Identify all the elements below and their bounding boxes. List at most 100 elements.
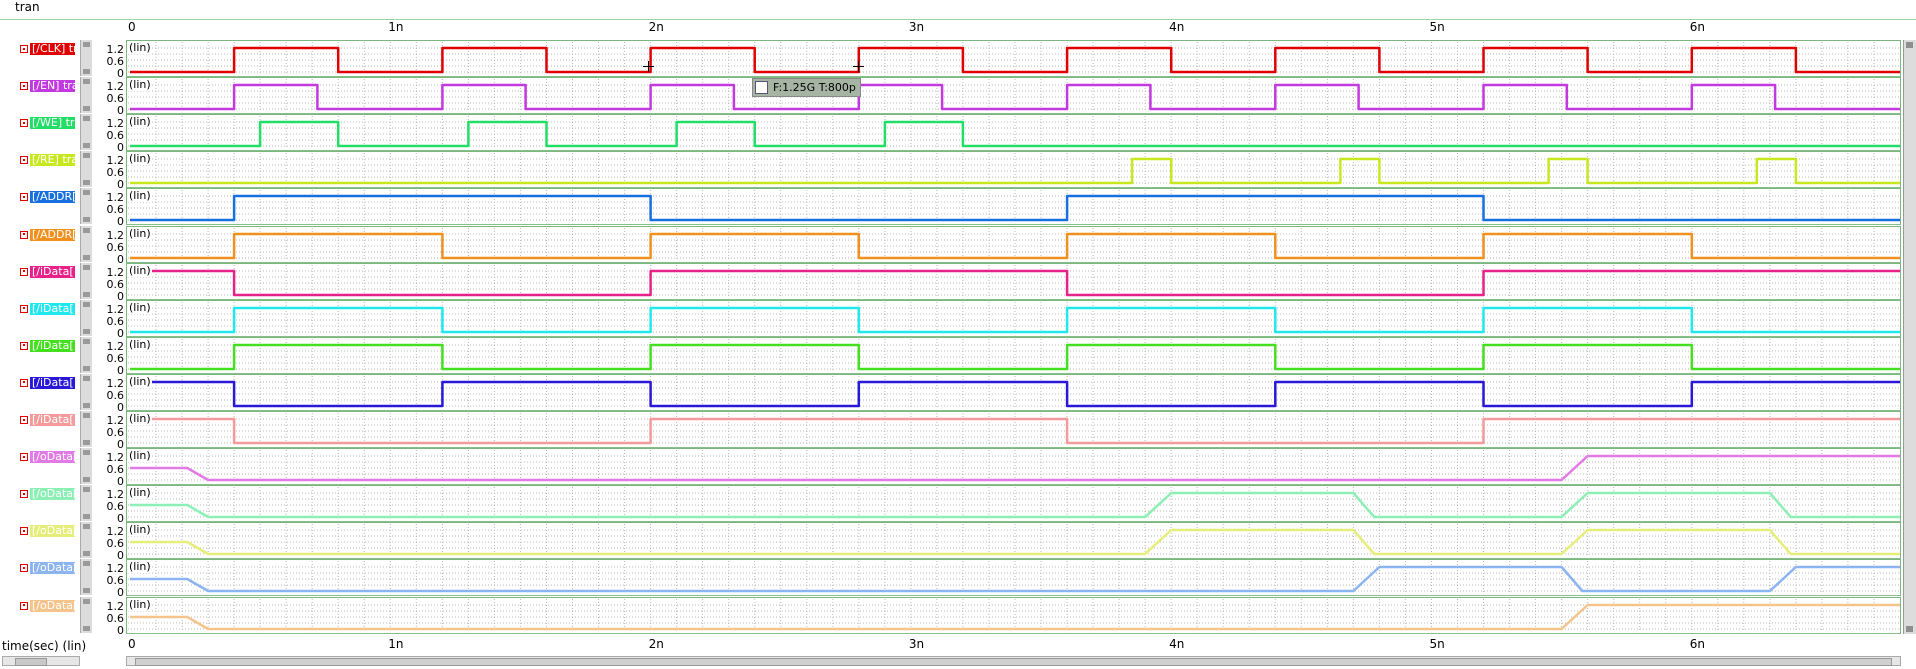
row-scrollbar[interactable] <box>80 299 92 336</box>
vertical-scrollbar[interactable] <box>1903 40 1916 634</box>
signal-name-tag[interactable]: [/iData[ <box>20 265 75 278</box>
waveform-plot[interactable] <box>126 299 1901 337</box>
waveform-plot[interactable] <box>126 448 1901 486</box>
waveform-row: [/iData[1.2 0.6 0 (lin) <box>0 336 1916 377</box>
scroll-down-icon[interactable] <box>1906 626 1913 632</box>
signal-name-tag[interactable]: [/EN] tra <box>20 80 75 93</box>
signal-toggle-icon[interactable] <box>20 267 28 276</box>
y-scale-label: (lin) <box>128 115 152 129</box>
signal-label: [/RE] tra <box>30 154 75 167</box>
waveform-plot[interactable] <box>126 373 1901 411</box>
waveform-row: [/ADDR[1.2 0.6 0 (lin) <box>0 225 1916 266</box>
waveform-plot[interactable] <box>126 596 1901 634</box>
signal-name-tag[interactable]: [/ADDR[ <box>20 228 75 241</box>
y-scale-label: (lin) <box>128 597 152 611</box>
row-scrollbar[interactable] <box>80 448 92 485</box>
x-tick-label: 2n <box>648 20 664 34</box>
signal-name-tag[interactable]: [/oData[ <box>20 451 75 464</box>
row-scrollbar[interactable] <box>80 225 92 262</box>
signal-name-tag[interactable]: [/oData[ <box>20 562 75 575</box>
row-scrollbar[interactable] <box>80 151 92 188</box>
waveform-plot[interactable] <box>126 485 1901 523</box>
row-scrollbar[interactable] <box>80 411 92 448</box>
signal-label: [/ADDR[ <box>30 191 75 204</box>
waveform-plot[interactable] <box>126 522 1901 560</box>
cursor-readout-text: F:1.25G T:800p <box>773 81 856 94</box>
signal-name-tag[interactable]: [/RE] tra <box>20 154 75 167</box>
row-scrollbar[interactable] <box>80 77 92 114</box>
waveform-row: [/iData[1.2 0.6 0 (lin) <box>0 262 1916 303</box>
signal-toggle-icon[interactable] <box>20 119 28 128</box>
signal-toggle-icon[interactable] <box>20 304 28 313</box>
signal-toggle-icon[interactable] <box>20 341 28 350</box>
waveform-plot[interactable] <box>126 188 1901 226</box>
waveform-plot[interactable] <box>126 225 1901 263</box>
signal-toggle-icon[interactable] <box>20 193 28 202</box>
signal-toggle-icon[interactable] <box>20 453 28 462</box>
horizontal-scrollbar[interactable] <box>126 656 1901 666</box>
signal-name-tag[interactable]: [/ADDR[ <box>20 191 75 204</box>
waveform-plot[interactable] <box>126 411 1901 449</box>
grid-lines <box>128 79 1899 113</box>
waveform-plot[interactable] <box>126 262 1901 300</box>
signal-toggle-icon[interactable] <box>20 230 28 239</box>
y-scale-label: (lin) <box>128 560 152 574</box>
signal-toggle-icon[interactable] <box>20 490 28 499</box>
row-scrollbar[interactable] <box>80 188 92 225</box>
signal-name-tag[interactable]: [/iData[ <box>20 339 75 352</box>
waveform-plot[interactable] <box>126 559 1901 597</box>
signal-toggle-icon[interactable] <box>20 601 28 610</box>
y-scale-label: (lin) <box>128 374 152 388</box>
x-tick-label: 5n <box>1429 637 1445 651</box>
waveform-row: [/oData[1.2 0.6 0 (lin) <box>0 485 1916 525</box>
row-scrollbar[interactable] <box>80 336 92 373</box>
waveform-plot[interactable] <box>126 151 1901 189</box>
signal-toggle-icon[interactable] <box>20 45 28 53</box>
x-tick-label: 3n <box>908 637 925 651</box>
x-tick-label: 1n <box>388 637 404 651</box>
signal-name-tag[interactable]: [/iData[ <box>20 376 75 389</box>
signal-toggle-icon[interactable] <box>20 527 28 536</box>
signal-name-tag[interactable]: [/CLK] tr <box>20 43 75 55</box>
waveform-plot[interactable] <box>126 336 1901 374</box>
waveform-row: [/ADDR[1.2 0.6 0 (lin) <box>0 188 1916 228</box>
waveform-row: [/oData[1.2 0.6 0 (lin) <box>0 522 1916 562</box>
row-scrollbar[interactable] <box>80 596 92 633</box>
label-scroll-thumb[interactable] <box>15 658 47 666</box>
signal-label: [/iData[ <box>30 302 75 315</box>
signal-name-tag[interactable]: [/WE] tra <box>20 117 75 130</box>
signal-name-tag[interactable]: [/oData[ <box>20 488 75 501</box>
row-scrollbar[interactable] <box>80 40 92 77</box>
x-tick-label: 1n <box>388 20 404 34</box>
waveform-row: [/WE] tra1.20.60(lin) <box>0 114 1916 154</box>
signal-toggle-icon[interactable] <box>20 416 28 424</box>
row-scrollbar[interactable] <box>80 262 92 299</box>
signal-toggle-icon[interactable] <box>20 156 28 165</box>
signal-name-tag[interactable]: [/iData[ <box>20 302 75 315</box>
signal-toggle-icon[interactable] <box>20 378 28 387</box>
signal-label: [/iData[ <box>30 376 75 389</box>
signal-name-tag[interactable]: [/oData[ <box>20 525 75 538</box>
signal-toggle-icon[interactable] <box>20 82 28 91</box>
waveform-plot[interactable] <box>126 40 1901 78</box>
waveform-plot[interactable] <box>126 77 1901 115</box>
row-scrollbar[interactable] <box>80 559 92 596</box>
label-scrollbar[interactable] <box>2 656 80 666</box>
signal-label: [/iData[ <box>30 265 75 278</box>
row-scrollbar[interactable] <box>80 485 92 522</box>
horizontal-scroll-thumb[interactable] <box>135 658 1892 666</box>
cursor-marker-b[interactable] <box>853 61 864 72</box>
grid-lines <box>128 153 1899 187</box>
row-scrollbar[interactable] <box>80 373 92 410</box>
row-scrollbar[interactable] <box>80 114 92 151</box>
signal-toggle-icon[interactable] <box>20 564 28 573</box>
signal-name-tag[interactable]: [/iData[ <box>20 414 75 426</box>
waveform-plot[interactable] <box>126 114 1901 152</box>
scroll-up-icon[interactable] <box>1906 42 1913 48</box>
row-scrollbar[interactable] <box>80 522 92 559</box>
cursor-marker-a[interactable] <box>643 61 654 72</box>
waveform-row: [/iData[1.2 0.6 0 (lin) <box>0 373 1916 414</box>
signal-name-tag[interactable]: [/oData[ <box>20 599 75 612</box>
x-tick-label: 0 <box>128 20 136 34</box>
x-tick-label: 4n <box>1169 20 1185 34</box>
